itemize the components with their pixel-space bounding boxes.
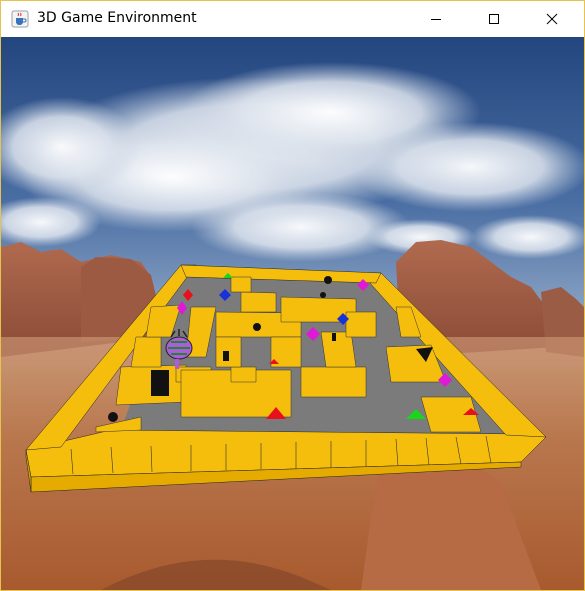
title-bar[interactable]: 3D Game Environment — [1, 1, 584, 37]
close-button[interactable] — [529, 1, 575, 37]
enemy-marker — [332, 333, 336, 341]
enemy-marker — [223, 351, 229, 361]
application-window: 3D Game Environment — [0, 0, 585, 591]
ghost-enemy — [253, 323, 261, 331]
ghost-enemy — [324, 276, 332, 284]
minimize-icon — [431, 19, 441, 20]
window-title: 3D Game Environment — [37, 10, 197, 26]
maximize-button[interactable] — [471, 1, 517, 37]
minimize-button[interactable] — [413, 1, 459, 37]
game-viewport[interactable] — [1, 37, 584, 590]
close-icon — [546, 13, 558, 25]
gate-block — [151, 370, 169, 396]
maximize-icon — [489, 14, 499, 24]
ghost-enemy — [320, 292, 326, 298]
game-scene — [1, 37, 584, 590]
java-coffee-cup-icon — [11, 10, 29, 28]
ghost-enemy — [108, 412, 118, 422]
